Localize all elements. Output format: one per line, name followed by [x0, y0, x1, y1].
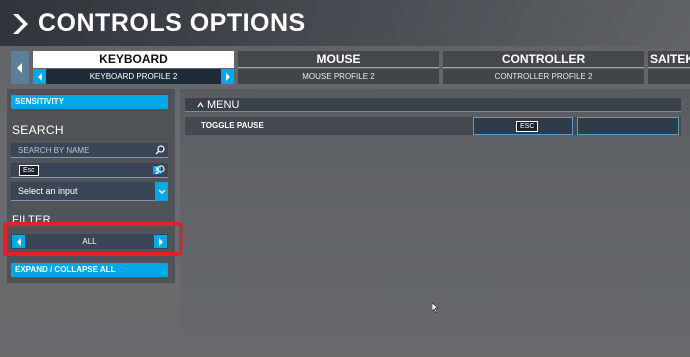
search-heading: SEARCH	[12, 123, 64, 137]
page-title: CONTROLS OPTIONS	[38, 9, 306, 37]
tab-controller[interactable]: CONTROLLER CONTROLLER PROFILE 2	[443, 51, 644, 84]
cursor-icon	[432, 303, 439, 313]
collapse-icon	[197, 101, 204, 108]
profile-label: KEYBOARD PROFILE 2	[89, 72, 178, 81]
binding-row[interactable]: TOGGLE PAUSE ESC	[185, 117, 681, 135]
category-label: MENU	[197, 98, 239, 112]
chevron-left-icon	[17, 62, 22, 73]
profile-label: CONTROLLER PROFILE 2	[443, 69, 644, 84]
profile-next-button[interactable]	[221, 69, 234, 84]
tab-keyboard[interactable]: KEYBOARD KEYBOARD PROFILE 2	[33, 51, 234, 84]
chevron-right-icon	[225, 72, 230, 81]
search-by-input-field[interactable]: Esc x	[11, 163, 168, 178]
profile-label	[648, 69, 690, 84]
sensitivity-button[interactable]: SENSITIVITY	[11, 95, 168, 109]
tabs-prev-button[interactable]	[11, 51, 29, 84]
profile-prev-button[interactable]	[33, 69, 46, 84]
expand-collapse-button[interactable]: EXPAND / COLLAPSE ALL	[11, 263, 168, 277]
back-chevron-icon[interactable]	[10, 12, 32, 36]
tab-label: MOUSE	[238, 51, 439, 68]
profile-label: MOUSE PROFILE 2	[238, 69, 439, 84]
category-name: MENU	[207, 99, 240, 111]
search-icon[interactable]	[155, 165, 165, 175]
secondary-binding[interactable]	[577, 117, 679, 135]
chevron-left-icon	[37, 72, 42, 81]
title-bar: CONTROLS OPTIONS	[0, 0, 690, 46]
tab-saitek[interactable]: SAITEK	[648, 51, 690, 84]
dropdown-arrow-icon	[157, 188, 166, 194]
tab-label: KEYBOARD	[33, 51, 234, 68]
primary-binding[interactable]: ESC	[473, 117, 573, 135]
input-select[interactable]: Select an input	[11, 182, 168, 201]
action-label: TOGGLE PAUSE	[201, 121, 264, 130]
tab-label: CONTROLLER	[443, 51, 644, 68]
input-select-value: Select an input	[18, 186, 78, 196]
search-by-name-input[interactable]: SEARCH BY NAME	[18, 143, 89, 158]
key-chip: Esc	[19, 165, 39, 176]
tab-mouse[interactable]: MOUSE MOUSE PROFILE 2	[238, 51, 439, 84]
filter-highlight	[3, 222, 183, 256]
category-header[interactable]: MENU	[185, 98, 681, 112]
tab-label: SAITEK	[648, 51, 690, 68]
search-by-name-field[interactable]: SEARCH BY NAME	[11, 143, 168, 158]
key-chip: ESC	[516, 121, 539, 132]
dropdown-button[interactable]	[155, 182, 168, 201]
profile-selector: KEYBOARD PROFILE 2	[33, 69, 234, 84]
search-icon[interactable]	[155, 145, 165, 155]
